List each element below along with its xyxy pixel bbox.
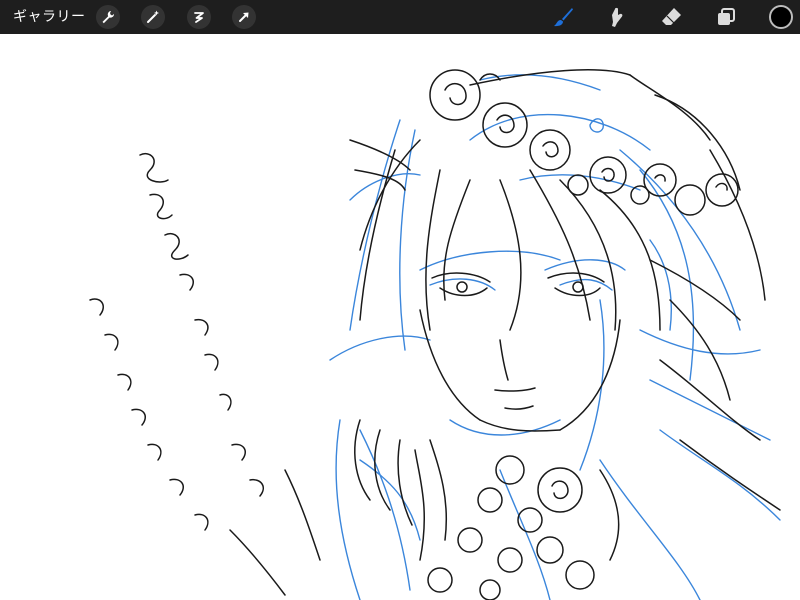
selection-icon [194,12,204,23]
eraser-icon [662,8,681,25]
layers-button[interactable] [713,5,739,29]
drawing-canvas[interactable] [0,34,800,600]
adjustments-button[interactable] [141,5,165,29]
wrench-icon [102,11,115,24]
layers-icon [718,8,735,25]
transform-button[interactable] [232,5,256,29]
selection-button[interactable] [187,5,211,29]
actions-button[interactable] [96,5,120,29]
canvas-background [0,34,800,600]
brush-icon [554,8,573,27]
magic-wand-icon [147,10,159,23]
brush-button[interactable] [550,5,576,29]
gallery-button[interactable]: ギャラリー [13,8,86,26]
color-swatch-button[interactable] [769,5,793,29]
eraser-button[interactable] [658,5,684,29]
top-toolbar: ギャラリー [0,0,800,34]
smudge-button[interactable] [604,5,630,29]
transform-arrow-icon [239,12,249,22]
smudge-icon [612,7,623,27]
